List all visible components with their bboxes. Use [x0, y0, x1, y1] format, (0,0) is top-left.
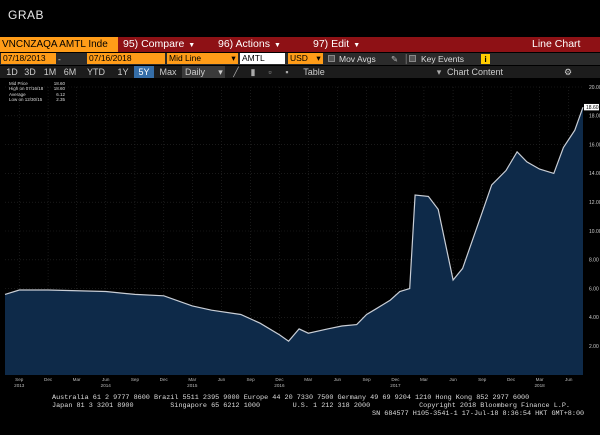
x-tick-label: Dec: [507, 377, 516, 382]
y-tick-label: 14.00: [589, 171, 600, 177]
x-tick-label: Sep: [362, 377, 371, 382]
x-tick-label: Sep: [131, 377, 140, 382]
x-year-label: 2014: [101, 383, 112, 388]
price-chart: 2.00 4.00 6.00 8.00 10.00 12.00 14.00 16.00 18.0…: [4, 85, 600, 388]
x-year-label: 2016: [274, 383, 285, 388]
x-tick-label: Jun: [334, 377, 342, 382]
y-tick-label: 10.00: [589, 229, 600, 235]
x-tick-label: Mar: [420, 377, 428, 382]
x-year-label: 2018: [534, 383, 545, 388]
x-tick-label: Mar: [536, 377, 544, 382]
x-tick-label: Sep: [15, 377, 24, 382]
footer-contacts: Australia 61 2 9777 8600 Brazil 5511 239…: [52, 394, 530, 402]
x-tick-label: Dec: [44, 377, 53, 382]
y-tick-label: 4.00: [589, 315, 599, 321]
x-tick-label: Dec: [160, 377, 169, 382]
chart-legend: Mid Price 18.60 High on 07/16/18 18.60 Ave…: [9, 81, 65, 102]
x-tick-label: Jun: [449, 377, 457, 382]
x-tick-label: Dec: [275, 377, 284, 382]
x-tick-label: Jun: [565, 377, 573, 382]
x-tick-label: Mar: [304, 377, 312, 382]
y-axis: 2.00 4.00 6.00 8.00 10.00 12.00 14.00 16.00 18.0…: [589, 85, 600, 350]
last-value-tag: 18.60: [584, 103, 599, 111]
footer-timestamp: SN 684577 H105-3541-1 17-Jul-18 8:36:54 …: [372, 410, 585, 418]
y-tick-label: 18.00: [589, 114, 600, 120]
x-tick-label: Jun: [218, 377, 226, 382]
last-value-text: 18.60: [586, 105, 599, 111]
x-year-label: 2015: [187, 383, 198, 388]
x-year-label: 2013: [14, 383, 25, 388]
footer: Australia 61 2 9777 8600 Brazil 5511 239…: [0, 394, 600, 418]
y-tick-label: 12.00: [589, 200, 600, 206]
y-tick-label: 8.00: [589, 258, 599, 264]
y-tick-label: 2.00: [589, 344, 599, 350]
x-tick-label: Sep: [246, 377, 255, 382]
legend-value: 2.35: [56, 96, 65, 102]
x-tick-label: Jun: [102, 377, 110, 382]
x-tick-label: Dec: [391, 377, 400, 382]
x-tick-label: Mar: [188, 377, 196, 382]
legend-row: Low on 12/30/15 2.35: [9, 97, 65, 102]
x-axis: Sep Dec Mar Jun Sep Dec Mar Jun Sep Dec Mar Jun Sep D…: [14, 377, 573, 388]
y-tick-label: 6.00: [589, 286, 599, 292]
x-tick-label: Sep: [478, 377, 487, 382]
x-tick-label: Mar: [73, 377, 81, 382]
legend-label: Low on 12/30/15: [9, 96, 43, 102]
y-tick-label: 20.00: [589, 85, 600, 91]
footer-contacts-2: Japan 81 3 3201 8900 Singapore 65 6212 1…: [52, 402, 571, 410]
x-year-label: 2017: [390, 383, 401, 388]
y-tick-label: 16.00: [589, 142, 600, 148]
